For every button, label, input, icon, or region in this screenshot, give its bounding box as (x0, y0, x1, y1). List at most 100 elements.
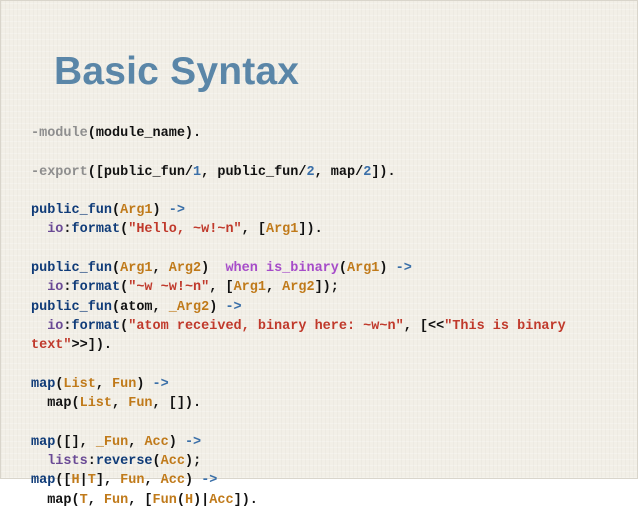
code-token-str: "This is binary (444, 318, 566, 334)
code-token-plain: , [ (128, 492, 153, 508)
code-token-plain: ([ (55, 473, 72, 489)
code-token-fn: public_fun (31, 299, 113, 315)
code-token-var: _Fun (95, 434, 129, 450)
code-token-fn: format (71, 222, 121, 238)
code-token-plain: , [ (241, 222, 266, 238)
code-token-plain: : (87, 454, 96, 470)
code-token-num: 2 (306, 164, 315, 180)
code-token-plain: : (63, 280, 72, 296)
code-token-var: H (71, 473, 80, 489)
code-token-guard: is_binary (265, 261, 339, 277)
code-token-guard: when (225, 261, 258, 277)
code-token-plain: ( (152, 454, 161, 470)
code-token-plain: ], (95, 473, 121, 489)
code-token-plain: ) (152, 203, 169, 219)
code-token-plain: , (95, 376, 113, 392)
code-token-plain: ) (379, 261, 396, 277)
code-token-var: Arg2 (168, 261, 202, 277)
code-token-plain: ( (176, 492, 185, 508)
code-token-plain: , [ (209, 280, 234, 296)
code-line: -export([public_fun/1, public_fun/2, map… (31, 163, 566, 182)
code-line: map([], _Fun, Acc) -> (31, 433, 566, 452)
code-token-var: List (79, 396, 113, 412)
code-token-fn: map (31, 376, 56, 392)
code-line: map(List, Fun) -> (31, 375, 566, 394)
code-token-var: Acc (209, 492, 234, 508)
code-token-plain: )| (193, 492, 210, 508)
code-token-plain: map( (31, 396, 80, 412)
code-token-var: Fun (112, 376, 137, 392)
code-line: map(List, Fun, []). (31, 394, 566, 413)
code-token-kw: -module (31, 126, 88, 141)
code-token-num: -> (168, 203, 185, 219)
code-token-plain: , (152, 261, 169, 277)
code-token-plain: , []). (152, 396, 202, 412)
code-token-str: "Hello, ~w!~n" (128, 222, 242, 238)
code-token-var: T (79, 492, 88, 508)
code-token-var: Fun (152, 492, 177, 508)
code-token-str: "~w ~w!~n" (128, 280, 210, 296)
code-token-plain: ([], (55, 434, 96, 450)
code-token-var: Acc (144, 434, 169, 450)
code-token-fn: public_fun (31, 261, 113, 277)
code-token-plain: ) (168, 434, 185, 450)
code-line: -module(module_name). (31, 124, 566, 143)
code-token-num: -> (152, 376, 169, 392)
code-token-kw: -export (31, 164, 88, 180)
code-token-var: List (63, 376, 96, 392)
code-token-mod: io (47, 318, 64, 334)
code-token-plain: , (112, 396, 129, 412)
code-token-var: Fun (128, 396, 153, 412)
code-token-plain: ); (184, 454, 202, 470)
code-line: io:format("Hello, ~w!~n", [Arg1]). (31, 220, 566, 239)
code-token-plain: ) (201, 261, 226, 277)
code-token-plain: ) (209, 299, 226, 315)
code-token-var: Fun (120, 473, 145, 489)
code-token-var: Arg1 (233, 280, 266, 296)
code-token-num: -> (395, 261, 412, 277)
code-token-plain: ( (338, 261, 347, 277)
code-token-var: Arg1 (265, 222, 299, 238)
code-token-plain: map( (31, 492, 80, 508)
code-token-str: "atom received, binary here: ~w~n" (128, 318, 404, 334)
code-token-plain: ]). (233, 492, 258, 508)
code-token-fn: map (31, 473, 56, 489)
code-token-plain: >>]). (71, 338, 113, 354)
code-token-var: Arg2 (282, 280, 315, 296)
code-line: map(T, Fun, [Fun(H)|Acc]). (31, 491, 566, 510)
code-token-var: Arg1 (347, 261, 380, 277)
code-token-mod: io (47, 280, 64, 296)
code-token-var: Arg1 (120, 261, 153, 277)
code-token-plain: ) (184, 473, 202, 489)
code-line: lists:reverse(Acc); (31, 452, 566, 471)
code-token-plain: , (265, 280, 283, 296)
code-token-fn: map (31, 434, 56, 450)
code-line: public_fun(Arg1) -> (31, 201, 566, 220)
code-token-plain: | (79, 473, 88, 489)
code-token-plain: , public_fun/ (201, 164, 307, 180)
code-token-plain: ]). (371, 164, 396, 180)
code-token-num: 1 (193, 164, 202, 180)
slide: Basic Syntax -module(module_name). -expo… (0, 0, 638, 508)
code-block: -module(module_name). -export([public_fu… (31, 124, 566, 510)
code-token-mod: io (47, 222, 64, 238)
code-token-plain: (atom, (112, 299, 169, 315)
code-token-fn: reverse (95, 454, 153, 470)
code-line: map([H|T], Fun, Acc) -> (31, 471, 566, 490)
code-token-var: Arg1 (120, 203, 153, 219)
code-token-num: -> (201, 473, 218, 489)
code-token-plain: ]); (314, 280, 339, 296)
code-line: public_fun(Arg1, Arg2) when is_binary(Ar… (31, 259, 566, 278)
code-token-plain: (module_name). (87, 126, 202, 141)
code-token-plain: , (87, 492, 104, 508)
